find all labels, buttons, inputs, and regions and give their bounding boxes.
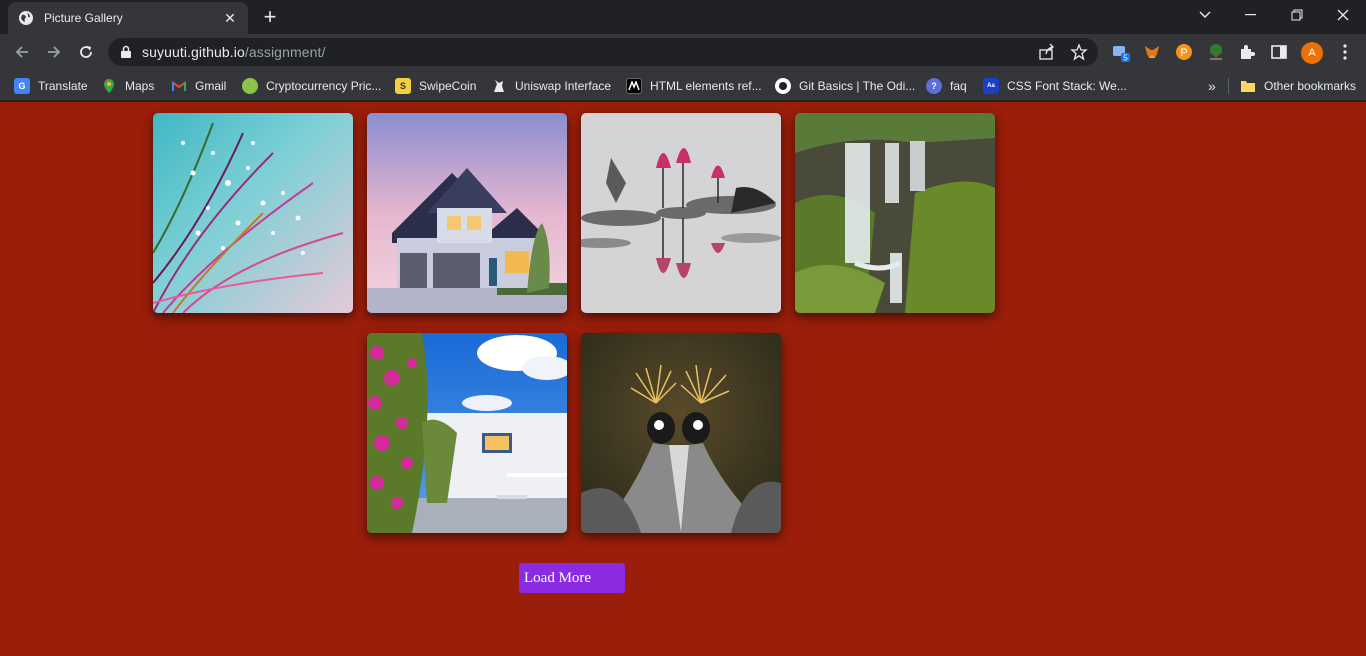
coin-extension-icon[interactable]: P (1174, 42, 1194, 62)
browser-titlebar: Picture Gallery ✕ + (0, 0, 1366, 34)
restore-button[interactable] (1274, 0, 1320, 30)
other-bookmarks-label: Other bookmarks (1264, 79, 1357, 93)
gallery-page: Load More (0, 102, 1366, 656)
odin-icon (775, 78, 791, 94)
bookmark-label: Cryptocurrency Pric... (266, 79, 382, 93)
minimize-button[interactable] (1228, 0, 1274, 30)
mdn-icon (626, 78, 642, 94)
gallery-image-dandelion[interactable] (153, 113, 353, 313)
back-arrow-icon[interactable] (10, 40, 34, 64)
profile-avatar[interactable]: A (1301, 42, 1323, 64)
bookmark-faq[interactable]: ? faq (926, 76, 967, 96)
forward-arrow-icon[interactable] (42, 40, 66, 64)
side-panel-icon[interactable] (1269, 42, 1289, 62)
gallery-image-waterfall[interactable] (795, 113, 995, 313)
bookmarks-overflow-chevron-icon[interactable]: » (1208, 76, 1216, 96)
maps-icon (101, 78, 117, 94)
other-bookmarks[interactable]: Other bookmarks (1240, 76, 1356, 96)
bookmarks-bar: G Translate Maps Gmail Cryptocurrency Pr… (0, 70, 1366, 101)
bookmark-swipecoin[interactable]: S SwipeCoin (395, 76, 476, 96)
tab-search-chevron-icon[interactable] (1182, 0, 1228, 30)
url-host: suyuuti.github.io (142, 44, 245, 60)
extension-puzzle-badge-icon[interactable]: 5 (1111, 42, 1131, 62)
bookmark-uniswap[interactable]: Uniswap Interface (491, 76, 611, 96)
folder-icon (1240, 78, 1256, 94)
gallery-image-cranes[interactable] (581, 333, 781, 533)
bookmark-git-basics[interactable]: Git Basics | The Odi... (775, 76, 915, 96)
bookmark-cryptocurrency[interactable]: Cryptocurrency Pric... (242, 76, 381, 96)
bookmark-label: Maps (125, 79, 155, 93)
bookmark-css-font-stack[interactable]: Aa CSS Font Stack: We... (983, 76, 1127, 96)
bookmark-star-icon[interactable] (1070, 43, 1088, 61)
globe-icon (18, 10, 34, 26)
gallery-image-house[interactable] (367, 113, 567, 313)
gallery-image-water-lilies[interactable] (581, 113, 781, 313)
url-text: suyuuti.github.io/assignment/ (142, 44, 325, 60)
svg-text:P: P (1180, 47, 1187, 59)
gmail-icon (171, 78, 187, 94)
address-bar[interactable]: suyuuti.github.io/assignment/ (108, 38, 1098, 66)
bookmark-label: Translate (38, 79, 88, 93)
browser-toolbar: suyuuti.github.io/assignment/ 5 P A (0, 34, 1366, 70)
swipecoin-icon: S (395, 78, 411, 94)
bookmark-translate[interactable]: G Translate (14, 76, 88, 96)
faq-icon: ? (926, 78, 942, 94)
share-icon[interactable] (1038, 43, 1056, 61)
url-path: /assignment/ (244, 44, 326, 60)
unicorn-icon (491, 78, 507, 94)
close-tab-icon[interactable]: ✕ (222, 10, 238, 26)
new-tab-button[interactable]: + (258, 5, 282, 29)
close-window-button[interactable] (1320, 0, 1366, 30)
extensions-puzzle-icon[interactable] (1237, 42, 1257, 62)
bookmark-gmail[interactable]: Gmail (171, 76, 226, 96)
bookmark-label: Git Basics | The Odi... (799, 79, 916, 93)
gallery-image-bougainvillea[interactable] (367, 333, 567, 533)
kebab-menu-icon[interactable] (1335, 42, 1355, 62)
tree-extension-icon[interactable] (1206, 42, 1226, 62)
bookmarks-divider (1228, 78, 1229, 94)
bookmark-label: CSS Font Stack: We... (1007, 79, 1127, 93)
active-tab[interactable]: Picture Gallery ✕ (8, 2, 248, 34)
google-translate-icon: G (14, 78, 30, 94)
bookmark-label: Uniswap Interface (515, 79, 612, 93)
reload-icon[interactable] (74, 40, 98, 64)
bookmark-maps[interactable]: Maps (101, 76, 154, 96)
load-more-button[interactable]: Load More (519, 563, 625, 593)
bookmark-label: Gmail (195, 79, 227, 93)
extension-badge-count: 5 (1123, 54, 1128, 63)
coin-icon (242, 78, 258, 94)
bookmark-label: faq (950, 79, 967, 93)
lock-icon[interactable] (120, 45, 132, 59)
bookmark-label: HTML elements ref... (650, 79, 762, 93)
bookmark-label: SwipeCoin (419, 79, 477, 93)
tab-title: Picture Gallery (44, 11, 123, 25)
cssfontstack-icon: Aa (983, 78, 999, 94)
metamask-fox-icon[interactable] (1142, 42, 1162, 62)
bookmark-html-elements[interactable]: HTML elements ref... (626, 76, 762, 96)
